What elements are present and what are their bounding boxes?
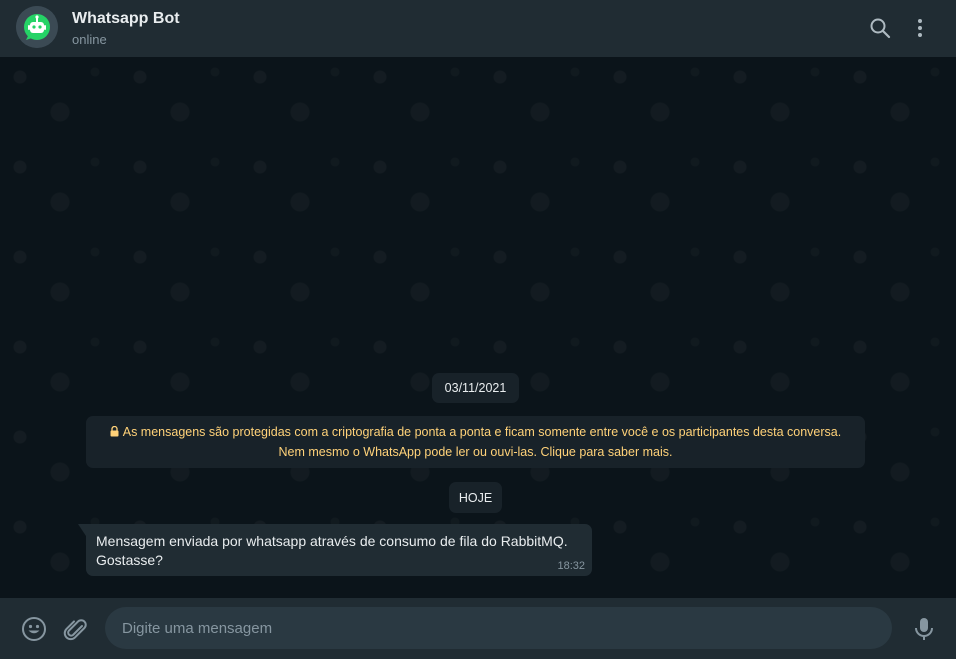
- encryption-notice-line1: As mensagens são protegidas com a cripto…: [86, 422, 865, 442]
- encryption-notice[interactable]: As mensagens são protegidas com a cripto…: [86, 416, 865, 468]
- emoji-icon[interactable]: [21, 616, 47, 642]
- encryption-notice-text1: As mensagens são protegidas com a cripto…: [122, 425, 842, 439]
- chat-header: Whatsapp Bot online: [0, 0, 956, 57]
- avatar[interactable]: [16, 6, 58, 48]
- contact-info[interactable]: Whatsapp Bot online: [72, 10, 180, 48]
- whatsapp-window: Whatsapp Bot online 03/11/2021 As mensag…: [0, 0, 956, 659]
- robot-icon: [16, 6, 58, 48]
- today-separator: HOJE: [449, 482, 502, 513]
- contact-name: Whatsapp Bot: [72, 10, 180, 27]
- contact-status: online: [72, 32, 107, 47]
- search-icon[interactable]: [868, 16, 892, 40]
- message-text: Mensagem enviada por whatsapp através de…: [96, 532, 576, 570]
- paperclip-icon[interactable]: [62, 616, 88, 642]
- message-input[interactable]: [105, 607, 892, 649]
- chat-area[interactable]: 03/11/2021 As mensagens são protegidas c…: [0, 57, 956, 598]
- message-time: 18:32: [557, 560, 585, 572]
- composer: [0, 598, 956, 659]
- message-line1: Mensagem enviada por whatsapp através de…: [96, 533, 568, 549]
- lock-icon: [110, 426, 119, 437]
- date-separator: 03/11/2021: [432, 373, 519, 403]
- microphone-icon[interactable]: [911, 616, 937, 642]
- message-bubble[interactable]: Mensagem enviada por whatsapp através de…: [78, 524, 592, 576]
- message-line2: Gostasse?: [96, 552, 163, 568]
- encryption-notice-line2: Nem mesmo o WhatsApp pode ler ou ouvi-la…: [278, 445, 673, 459]
- kebab-menu-icon[interactable]: [908, 16, 932, 40]
